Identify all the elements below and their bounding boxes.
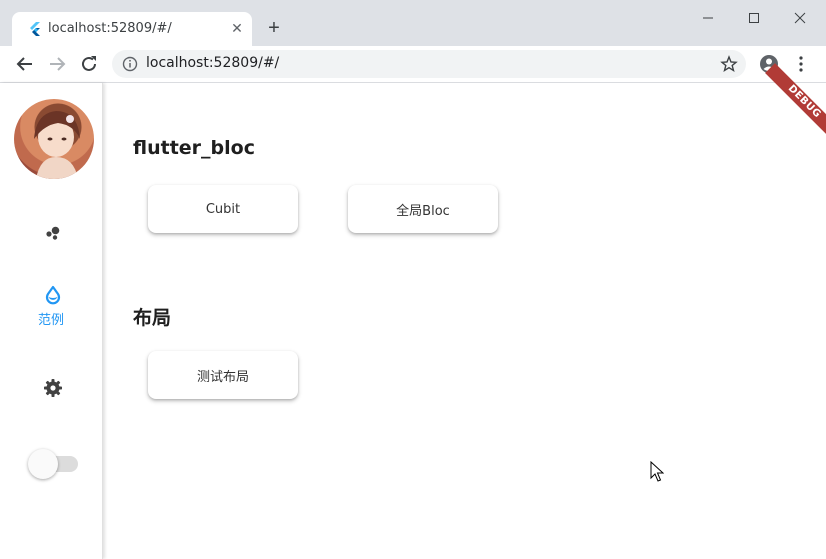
tab-title: localhost:52809/#/ — [48, 21, 172, 36]
section-title-layout: 布局 — [133, 307, 172, 329]
navigation-rail: 范例 — [0, 83, 103, 559]
theme-toggle[interactable] — [28, 448, 78, 480]
settings-icon — [44, 379, 62, 397]
cubit-button[interactable]: Cubit — [148, 185, 298, 233]
bubbles-icon — [46, 226, 60, 240]
browser-tab[interactable]: localhost:52809/#/ ✕ — [12, 12, 252, 46]
mouse-cursor-icon — [650, 461, 664, 482]
menu-dots-icon[interactable] — [790, 53, 812, 75]
browser-window: localhost:52809/#/ ✕ + localhost:52809/#… — [0, 0, 826, 559]
tab-close-icon[interactable]: ✕ — [229, 20, 245, 36]
maximize-icon[interactable] — [744, 8, 764, 28]
url-text[interactable]: localhost:52809/#/ — [146, 55, 279, 71]
reload-icon[interactable] — [78, 53, 100, 75]
rail-item-examples[interactable]: 范例 — [0, 285, 102, 335]
rail-item-settings[interactable] — [0, 378, 102, 428]
new-tab-button[interactable]: + — [264, 18, 284, 38]
toggle-knob — [28, 449, 58, 479]
window-close-icon[interactable] — [790, 8, 810, 28]
forward-arrow-icon[interactable] — [46, 53, 68, 75]
tab-strip: localhost:52809/#/ ✕ + — [0, 0, 826, 46]
avatar[interactable] — [14, 99, 94, 179]
rail-item-bloc[interactable] — [0, 223, 102, 273]
avatar-illustration — [34, 111, 80, 179]
flutter-icon — [30, 22, 40, 36]
back-arrow-icon[interactable] — [14, 53, 36, 75]
section-title-flutter-bloc: flutter_bloc — [133, 137, 255, 159]
rail-item-label: 范例 — [37, 313, 64, 328]
global-bloc-button[interactable]: 全局Bloc — [348, 185, 498, 233]
app-surface: 范例 flutter_bloc Cubit 全局Bloc 布局 测试布局 DEB… — [0, 63, 826, 559]
address-bar[interactable]: localhost:52809/#/ — [112, 50, 746, 78]
browser-toolbar: localhost:52809/#/ — [0, 46, 826, 83]
water-drop-icon — [45, 285, 61, 305]
minimize-icon[interactable] — [698, 8, 718, 28]
bookmark-star-icon[interactable] — [720, 55, 738, 73]
main-content: flutter_bloc Cubit 全局Bloc 布局 测试布局 DEBUG — [104, 63, 826, 559]
info-icon[interactable] — [122, 56, 138, 72]
test-layout-button[interactable]: 测试布局 — [148, 351, 298, 399]
